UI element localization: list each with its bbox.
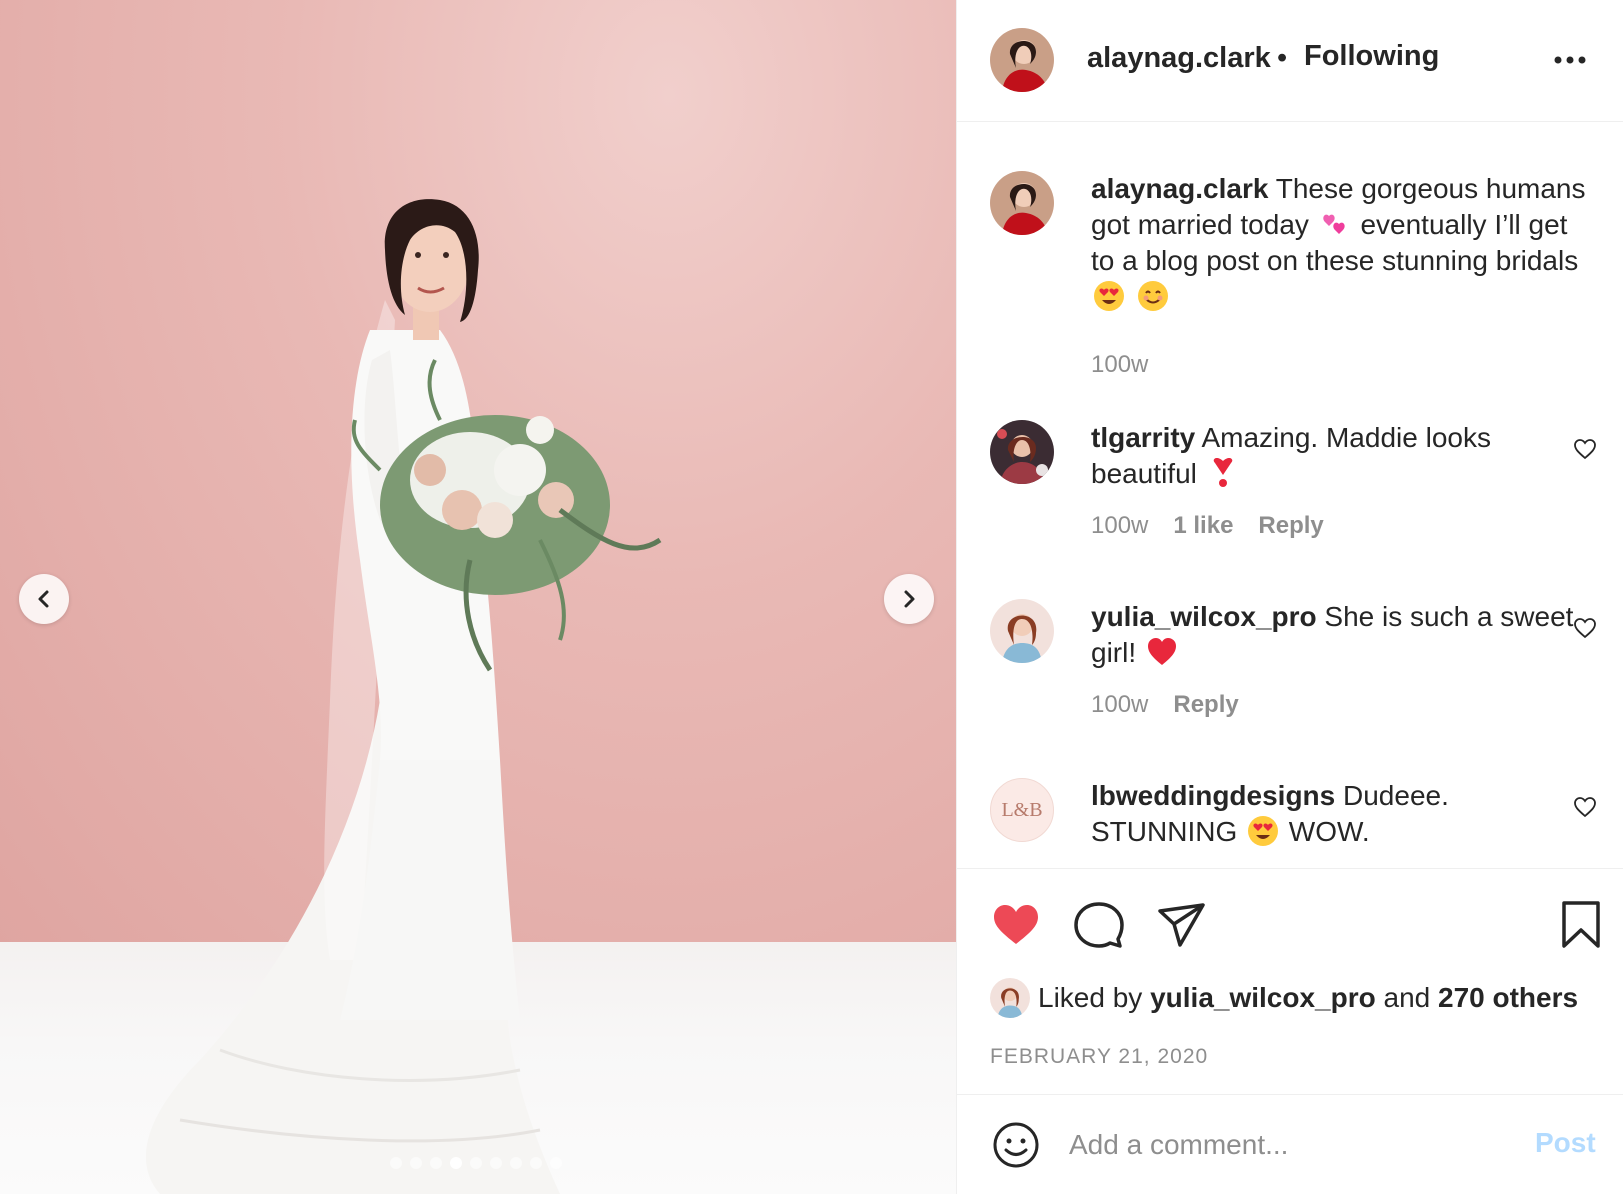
- commenter-avatar[interactable]: [990, 420, 1054, 484]
- carousel-dot: [430, 1157, 442, 1169]
- comment-text: lbweddingdesigns Dudeee. STUNNING WOW.: [1091, 778, 1591, 850]
- red-heart-emoji-icon: [1147, 638, 1176, 665]
- comments-list[interactable]: alaynag.clark These gorgeous humans got …: [957, 123, 1623, 868]
- post-panel: alaynag.clark • Following alaynag.clark …: [956, 0, 1623, 1194]
- lb-logo-text: L&B: [1001, 798, 1043, 821]
- carousel-dot: [470, 1157, 482, 1169]
- comment-timestamp[interactable]: 100w: [1091, 691, 1148, 719]
- post-caption: alaynag.clark These gorgeous humans got …: [957, 171, 1623, 378]
- liked-by-and: and: [1383, 982, 1431, 1013]
- liked-by-others[interactable]: 270 others: [1438, 982, 1578, 1013]
- paper-plane-share-icon[interactable]: [1156, 899, 1208, 951]
- comment-text: yulia_wilcox_pro She is such a sweet gir…: [1091, 599, 1591, 671]
- liked-by-text: Liked by yulia_wilcox_pro and 270 others: [1038, 982, 1578, 1014]
- comment-reply-button[interactable]: Reply: [1258, 512, 1323, 540]
- heart-eyes-emoji-icon: [1248, 816, 1279, 846]
- comment-item: L&B lbweddingdesigns Dudeee. STUNNING WO…: [957, 778, 1623, 868]
- comment-body-part2: WOW.: [1288, 816, 1370, 847]
- commenter-username[interactable]: lbweddingdesigns: [1091, 780, 1335, 811]
- bride-photo: [145, 199, 662, 1194]
- post-actions: Liked by yulia_wilcox_pro and 270 others…: [957, 868, 1623, 1094]
- author-avatar[interactable]: [990, 28, 1054, 92]
- comment-item: yulia_wilcox_pro She is such a sweet gir…: [957, 599, 1623, 729]
- add-comment-bar: Post: [957, 1094, 1623, 1194]
- liked-by-avatar[interactable]: [990, 978, 1030, 1018]
- heart-filled-icon[interactable]: [990, 899, 1042, 951]
- bookmark-icon[interactable]: [1555, 899, 1607, 951]
- carousel-dot: [550, 1157, 562, 1169]
- post-date[interactable]: FEBRUARY 21, 2020: [990, 1045, 1208, 1069]
- heart-eyes-emoji-icon: [1094, 281, 1124, 311]
- commenter-avatar[interactable]: L&B: [990, 778, 1054, 842]
- post-media: [0, 0, 956, 1194]
- post-header: alaynag.clark • Following: [957, 0, 1623, 122]
- caption-username[interactable]: alaynag.clark: [1091, 173, 1268, 204]
- liked-by-user[interactable]: yulia_wilcox_pro: [1150, 982, 1376, 1013]
- commenter-username[interactable]: yulia_wilcox_pro: [1091, 601, 1317, 632]
- carousel-dot: [450, 1157, 462, 1169]
- carousel-next-button[interactable]: [884, 574, 934, 624]
- chevron-left-icon: [38, 590, 49, 608]
- comment-meta: 100w Reply: [1091, 691, 1239, 719]
- comment-bubble-icon[interactable]: [1073, 899, 1125, 951]
- caption-timestamp[interactable]: 100w: [1091, 351, 1148, 379]
- caption-meta: 100w: [1091, 351, 1148, 379]
- header-separator: •: [1277, 42, 1288, 74]
- comment-like-heart-icon[interactable]: [1573, 795, 1597, 819]
- carousel-dot: [510, 1157, 522, 1169]
- exclamation-heart-emoji-icon: [1213, 457, 1232, 487]
- comment-reply-button[interactable]: Reply: [1173, 691, 1238, 719]
- commenter-avatar[interactable]: [990, 599, 1054, 663]
- more-horizontal-icon[interactable]: [1550, 46, 1590, 74]
- comment-text: tlgarrity Amazing. Maddie looks beautifu…: [1091, 420, 1591, 492]
- post-comment-button[interactable]: Post: [1535, 1127, 1596, 1159]
- carousel-indicator: [390, 1157, 562, 1169]
- comment-like-heart-icon[interactable]: [1573, 437, 1597, 461]
- author-username[interactable]: alaynag.clark: [1087, 42, 1271, 75]
- carousel-dot: [530, 1157, 542, 1169]
- caption-author-avatar[interactable]: [990, 171, 1054, 235]
- carousel-dot: [410, 1157, 422, 1169]
- smiling-face-emoji-icon: [1137, 281, 1168, 311]
- two-hearts-emoji-icon: [1323, 214, 1345, 234]
- liked-by-row: Liked by yulia_wilcox_pro and 270 others: [990, 977, 1578, 1019]
- comment-timestamp[interactable]: 100w: [1091, 512, 1148, 540]
- comment-input[interactable]: [1069, 1123, 1489, 1167]
- comment-meta: 100w 1 like Reply: [1091, 512, 1324, 540]
- carousel-prev-button[interactable]: [19, 574, 69, 624]
- comment-likes-count[interactable]: 1 like: [1173, 512, 1233, 540]
- caption-text: alaynag.clark These gorgeous humans got …: [1091, 171, 1591, 315]
- carousel-dot: [490, 1157, 502, 1169]
- carousel-dot: [390, 1157, 402, 1169]
- commenter-username[interactable]: tlgarrity: [1091, 422, 1195, 453]
- comment-like-heart-icon[interactable]: [1573, 616, 1597, 640]
- chevron-right-icon: [904, 590, 915, 608]
- liked-by-prefix: Liked by: [1038, 982, 1143, 1013]
- emoji-smile-icon[interactable]: [992, 1121, 1040, 1169]
- comment-item: tlgarrity Amazing. Maddie looks beautifu…: [957, 420, 1623, 550]
- following-button[interactable]: Following: [1304, 40, 1439, 73]
